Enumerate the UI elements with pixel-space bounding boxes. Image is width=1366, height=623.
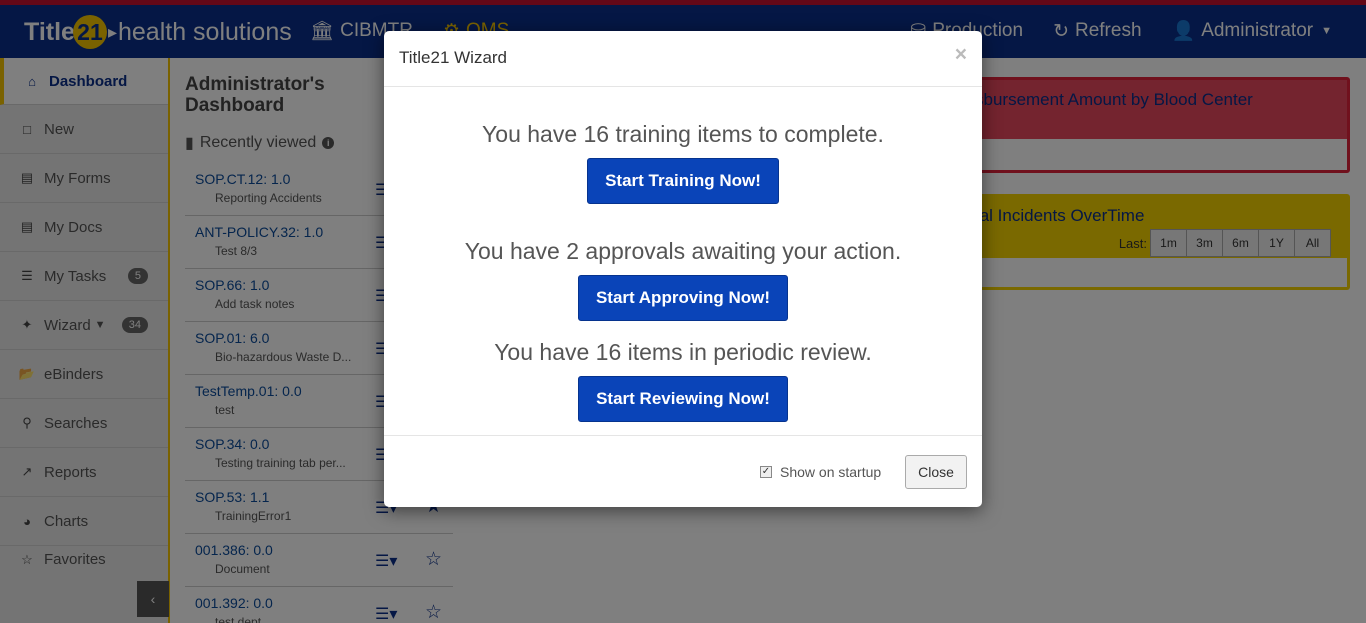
modal-title: Title21 Wizard	[399, 48, 508, 67]
wizard-modal: Title21 Wizard × You have 16 training it…	[384, 31, 982, 507]
show-on-startup-label: Show on startup	[780, 464, 882, 480]
modal-body: You have 16 training items to complete. …	[384, 87, 982, 436]
close-icon[interactable]: ×	[955, 43, 967, 67]
start-reviewing-button[interactable]: Start Reviewing Now!	[578, 376, 788, 422]
show-on-startup-toggle[interactable]: ✓ Show on startup	[760, 464, 881, 480]
show-on-startup-checkbox[interactable]: ✓	[760, 466, 772, 478]
review-message: You have 16 items in periodic review.	[494, 339, 872, 365]
close-button[interactable]: Close	[905, 455, 967, 489]
modal-header: Title21 Wizard ×	[384, 31, 982, 87]
modal-footer: ✓ Show on startup Close	[384, 436, 982, 506]
approval-message: You have 2 approvals awaiting your actio…	[464, 238, 902, 264]
training-message: You have 16 training items to complete.	[482, 121, 884, 147]
start-approving-button[interactable]: Start Approving Now!	[577, 275, 789, 321]
start-training-button[interactable]: Start Training Now!	[587, 158, 779, 204]
